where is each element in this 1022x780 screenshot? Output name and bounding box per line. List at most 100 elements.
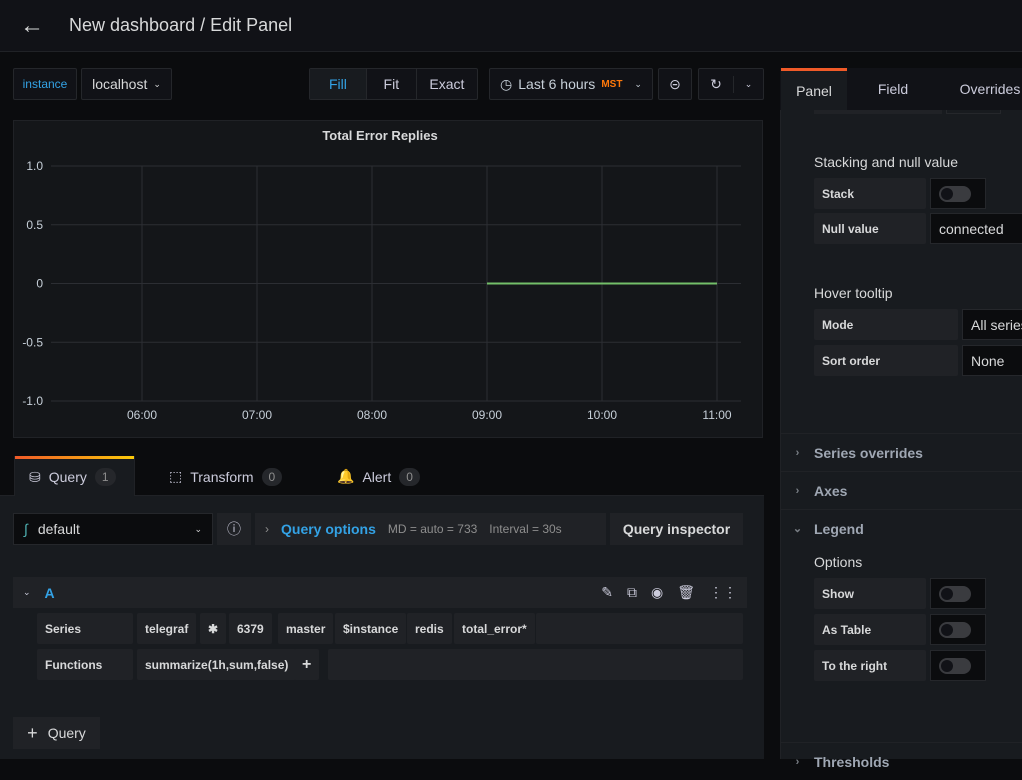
segment[interactable]: 6379 <box>229 613 272 644</box>
stack-toggle[interactable] <box>930 178 986 209</box>
sort-order-select[interactable]: None <box>962 345 1022 376</box>
segment[interactable]: redis <box>407 613 452 644</box>
fit-button[interactable]: Fit <box>367 69 417 99</box>
chevron-down-icon: ⌄ <box>153 78 161 89</box>
query-options[interactable]: › Query options MD = auto = 733 Interval = … <box>255 513 606 545</box>
segment[interactable]: total_error* <box>454 613 535 644</box>
to-the-right-label: To the right <box>814 650 926 681</box>
zoom-out-icon: ⊝ <box>669 75 681 92</box>
chart-svg: Total Error Replies 1.0 0.5 0 -0.5 -1.0 06:00… <box>22 128 741 422</box>
copy-icon[interactable]: ⧉ <box>627 584 637 601</box>
tab-count: 0 <box>261 467 283 486</box>
x-tick-label: 10:00 <box>587 408 617 422</box>
options-pane: Stacking and null value Stack Null value… <box>780 68 1022 770</box>
as-table-label: As Table <box>814 614 926 645</box>
query-editor: ∫ default ⌄ ⓘ › Query options MD = auto = 73… <box>0 496 764 759</box>
question-icon: ⓘ <box>227 521 241 537</box>
chevron-down-icon: ⌄ <box>634 78 642 89</box>
chevron-right-icon: › <box>795 755 800 768</box>
help-button[interactable]: ⓘ <box>217 513 251 545</box>
plus-icon: + <box>27 722 38 743</box>
options-tabs: Panel Field Overrides <box>780 68 1022 110</box>
y-tick-label: -0.5 <box>22 335 43 349</box>
section-label: Series overrides <box>814 444 923 461</box>
tab-overrides[interactable]: Overrides <box>950 68 1022 110</box>
tab-label: Query <box>48 469 87 485</box>
to-the-right-toggle[interactable] <box>930 650 986 681</box>
chevron-right-icon: › <box>265 522 269 536</box>
section-legend[interactable]: ⌄ Legend <box>781 509 1022 547</box>
pencil-icon[interactable]: ✎ <box>601 584 613 601</box>
section-label: Legend <box>814 520 864 537</box>
zoom-out-button[interactable]: ⊝ <box>658 68 692 100</box>
chevron-down-icon: ⌄ <box>792 523 803 535</box>
timezone: MST <box>601 78 623 90</box>
x-tick-label: 06:00 <box>127 408 157 422</box>
add-query-label: Query <box>47 725 86 741</box>
time-picker[interactable]: ◷ Last 6 hours MST ⌄ <box>489 68 653 100</box>
chevron-down-icon: ⌄ <box>744 78 753 89</box>
section-title: Hover tooltip <box>814 285 893 301</box>
query-options-label: Query options <box>281 521 376 537</box>
null-value-select[interactable]: connected <box>930 213 1022 244</box>
refresh-button[interactable]: ↻ ⌄ <box>698 68 764 100</box>
segment[interactable]: master <box>278 613 334 644</box>
mode-select[interactable]: All series <box>962 309 1022 340</box>
segment[interactable]: $instance <box>335 613 407 644</box>
drag-handle-icon[interactable]: ⋮⋮ <box>709 584 737 601</box>
chart-title: Total Error Replies <box>322 128 437 143</box>
tab-transform[interactable]: ⬚ Transform 0 <box>155 456 296 497</box>
database-icon: ⛁ <box>29 468 41 485</box>
add-function-button[interactable]: + <box>294 649 320 680</box>
query-tabs: ⛁ Query 1 ⬚ Transform 0 🔔 Alert 0 <box>0 456 764 497</box>
graphite-icon: ∫ <box>24 521 28 537</box>
segment[interactable]: ✱ <box>200 613 227 644</box>
section-series-overrides[interactable]: › Series overrides <box>781 433 1022 471</box>
eye-icon[interactable]: ◉ <box>651 584 663 601</box>
refresh-icon: ↻ <box>699 75 734 93</box>
y-tick-label: 0.5 <box>26 218 43 232</box>
section-label: Axes <box>814 482 848 499</box>
header: ← New dashboard / Edit Panel <box>0 0 1022 52</box>
show-label: Show <box>814 578 926 609</box>
mode-label: Mode <box>814 309 958 340</box>
tab-query[interactable]: ⛁ Query 1 <box>14 456 135 497</box>
show-toggle[interactable] <box>930 578 986 609</box>
graph-panel: Total Error Replies 1.0 0.5 0 -0.5 -1.0 06:00… <box>13 120 763 438</box>
tab-field[interactable]: Field <box>865 68 921 110</box>
variable-select[interactable]: localhost ⌄ <box>81 68 172 100</box>
variable-label: instance <box>13 68 77 100</box>
x-tick-label: 09:00 <box>472 408 502 422</box>
function[interactable]: summarize(1h,sum,false) <box>137 649 297 680</box>
chevron-down-icon: ⌄ <box>194 523 202 534</box>
page-title: New dashboard / Edit Panel <box>69 15 293 35</box>
stack-label: Stack <box>814 178 926 209</box>
as-table-toggle[interactable] <box>930 614 986 645</box>
add-query-button[interactable]: + Query <box>13 717 100 749</box>
arrow-left-icon[interactable]: ← <box>20 12 44 40</box>
tab-label: Alert <box>362 468 392 485</box>
section-title: Options <box>814 554 863 570</box>
segment[interactable]: telegraf <box>137 613 197 644</box>
fill-button[interactable]: Fill <box>310 69 367 99</box>
query-inspector-button[interactable]: Query inspector <box>610 513 743 545</box>
tab-alert[interactable]: 🔔 Alert 0 <box>323 456 434 497</box>
section-axes[interactable]: › Axes <box>781 471 1022 509</box>
series-label: Series <box>37 613 133 644</box>
segment-add[interactable] <box>536 613 743 644</box>
trash-icon[interactable]: 🗑 <box>677 584 695 601</box>
tab-panel[interactable]: Panel <box>781 68 847 110</box>
chevron-right-icon: › <box>795 484 800 497</box>
transform-icon: ⬚ <box>169 468 183 484</box>
section-thresholds[interactable]: › Thresholds <box>781 742 1022 780</box>
variable-value: localhost <box>92 76 148 92</box>
tab-count: 1 <box>94 468 116 486</box>
datasource-select[interactable]: ∫ default ⌄ <box>13 513 213 545</box>
chevron-down-icon[interactable]: ⌄ <box>23 587 31 598</box>
null-value-label: Null value <box>814 213 926 244</box>
exact-button[interactable]: Exact <box>417 69 477 99</box>
functions-label: Functions <box>37 649 133 680</box>
x-tick-label: 08:00 <box>357 408 387 422</box>
tab-label: Transform <box>190 468 254 485</box>
y-tick-label: -1.0 <box>22 394 43 408</box>
